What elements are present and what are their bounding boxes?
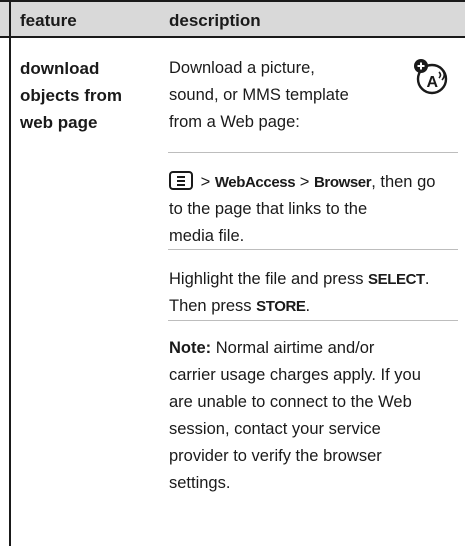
note-text: Normal airtime and/or — [211, 339, 375, 357]
svg-text:A: A — [427, 74, 439, 91]
intro-line: from a Web page: — [169, 113, 300, 131]
menu-key-icon — [169, 171, 193, 190]
description-note: Note: Normal airtime and/or carrier usag… — [169, 335, 451, 497]
intro-line: sound, or MMS template — [169, 86, 349, 104]
note-line: are unable to connect to the Web — [169, 393, 412, 411]
left-border — [9, 0, 11, 546]
nav-separator: > — [196, 173, 215, 191]
nav-line: media file. — [169, 227, 245, 245]
nav-line: > WebAccess > Browser, then go — [169, 169, 451, 196]
nav-browser: Browser — [313, 174, 372, 191]
select-key: SELECT — [368, 271, 425, 288]
intro-line: Download a picture, — [169, 59, 315, 77]
note-line: carrier usage charges apply. If you — [169, 366, 421, 384]
divider — [168, 249, 458, 250]
feature-name: download objects from web page — [20, 55, 122, 136]
nav-separator: > — [295, 173, 314, 191]
network-dependent-feature-icon: A — [414, 59, 448, 95]
store-text: Then press — [169, 297, 257, 315]
feature-line: web page — [20, 113, 98, 132]
note-line: provider to verify the browser — [169, 447, 382, 465]
note-label: Note: — [169, 339, 212, 357]
store-key: STORE — [256, 298, 306, 315]
store-text: . — [305, 297, 311, 315]
store-line: Then press STORE. — [169, 293, 451, 320]
description-select: Highlight the file and press SELECT. The… — [169, 266, 451, 320]
feature-line: objects from — [20, 86, 123, 105]
feature-table: feature description download objects fro… — [0, 0, 465, 546]
nav-webaccess: WebAccess — [214, 174, 296, 191]
note-line: settings. — [169, 474, 231, 492]
description-intro: Download a picture, sound, or MMS templa… — [169, 55, 399, 136]
select-text: Highlight the file and press — [169, 270, 369, 288]
header-description: description — [169, 11, 261, 30]
description-navigation: > WebAccess > Browser, then go to the pa… — [169, 169, 451, 250]
note-line: session, contact your service — [169, 420, 381, 438]
divider — [168, 152, 458, 153]
nav-line: to the page that links to the — [169, 200, 368, 218]
divider — [168, 320, 458, 321]
feature-line: download — [20, 59, 100, 78]
note-line: Note: Normal airtime and/or — [169, 335, 451, 362]
nav-tail: , then go — [371, 173, 436, 191]
select-text: . — [424, 270, 430, 288]
header-feature: feature — [20, 11, 77, 30]
select-line: Highlight the file and press SELECT. — [169, 266, 451, 293]
table-header: feature description — [0, 0, 465, 38]
